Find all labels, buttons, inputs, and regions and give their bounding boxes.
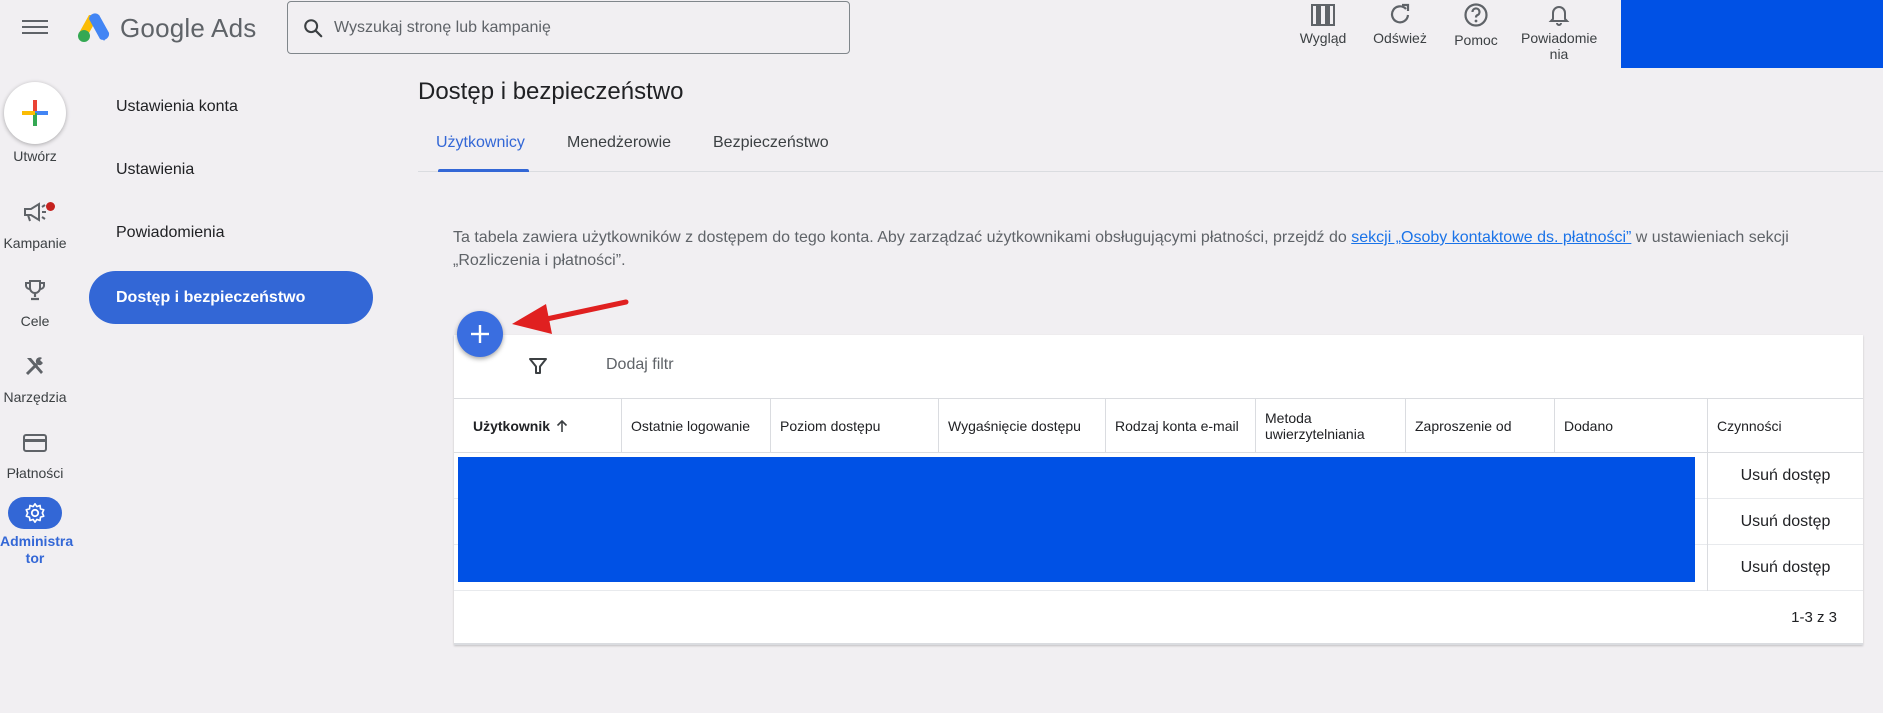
account-info-redacted[interactable] [1621, 0, 1883, 68]
users-table-card: Dodaj filtr Użytkownik Ostatnie logowani… [454, 335, 1863, 645]
trophy-icon [25, 280, 45, 301]
column-last-login[interactable]: Ostatnie logowanie [621, 399, 771, 453]
tools-label: Narzędzia [3, 389, 67, 405]
refresh-button[interactable]: Odśwież [1362, 2, 1438, 46]
appearance-label: Wygląd [1299, 30, 1347, 46]
search-box[interactable] [287, 1, 850, 54]
google-ads-logo-icon [78, 13, 110, 42]
admin-label: Administra tor [0, 533, 74, 567]
column-added[interactable]: Dodano [1554, 399, 1708, 453]
column-user[interactable]: Użytkownik [454, 399, 622, 453]
tab-users[interactable]: Użytkownicy [436, 134, 525, 152]
notifications-label-line1: Powiadomie [1521, 30, 1598, 46]
tab-active-indicator [438, 169, 529, 172]
notifications-button[interactable]: Powiadomie nia [1521, 2, 1597, 62]
info-text-part1: Ta tabela zawiera użytkowników z dostępe… [453, 229, 1352, 246]
create-label: Utwórz [13, 148, 57, 164]
column-invited-by[interactable]: Zaproszenie od [1405, 399, 1555, 453]
tab-security[interactable]: Bezpieczeństwo [713, 134, 829, 152]
subnav-item-access-security[interactable]: Dostęp i bezpieczeństwo [89, 271, 373, 324]
create-button[interactable]: Utwórz [0, 82, 70, 165]
remove-access-button[interactable]: Usuń dostęp [1707, 545, 1863, 591]
top-bar: Google Ads Wygląd Odśwież Pomoc [0, 0, 1883, 70]
column-email-account-type[interactable]: Rodzaj konta e-mail [1105, 399, 1255, 453]
rail-item-admin[interactable]: Administra tor [0, 497, 74, 567]
menu-icon[interactable] [22, 16, 48, 38]
bell-icon [1548, 6, 1570, 26]
admin-label-line1: Administra [0, 533, 74, 549]
appearance-icon [1311, 4, 1335, 26]
info-text: Ta tabela zawiera użytkowników z dostępe… [453, 226, 1853, 272]
plus-icon [471, 325, 489, 343]
appearance-button[interactable]: Wygląd [1285, 2, 1361, 46]
megaphone-icon [24, 202, 46, 222]
gear-icon [25, 503, 45, 523]
card-bottom-border [454, 643, 1863, 645]
column-auth-method[interactable]: Metoda uwierzytelniania [1255, 399, 1405, 453]
tabs: Użytkownicy Menedżerowie Bezpieczeństwo [418, 120, 1883, 172]
rail-item-campaigns[interactable]: Kampanie [0, 200, 70, 252]
refresh-icon [1390, 3, 1410, 24]
remove-access-button[interactable]: Usuń dostęp [1707, 453, 1863, 499]
admin-label-line2: tor [25, 550, 45, 566]
pagination-count: 1-3 z 3 [1791, 609, 1837, 626]
search-icon [304, 18, 323, 37]
column-access-level[interactable]: Poziom dostępu [770, 399, 938, 453]
rail-item-tools[interactable]: Narzędzia [0, 354, 70, 406]
create-fab[interactable] [4, 82, 66, 144]
plus-icon [22, 100, 48, 126]
tab-managers[interactable]: Menedżerowie [567, 134, 671, 152]
admin-pill[interactable] [8, 497, 62, 529]
google-ads-logo[interactable]: Google Ads [76, 12, 256, 44]
page-title: Dostęp i bezpieczeństwo [418, 78, 684, 105]
column-user-label: Użytkownik [473, 418, 551, 434]
billing-label: Płatności [6, 465, 64, 481]
rail-item-goals[interactable]: Cele [0, 278, 70, 330]
remove-access-button[interactable]: Usuń dostęp [1707, 499, 1863, 545]
add-user-button[interactable] [457, 311, 503, 357]
notifications-label: Powiadomie nia [1521, 30, 1597, 62]
filter-icon[interactable] [528, 356, 548, 376]
help-icon [1464, 3, 1488, 27]
billing-contacts-link[interactable]: sekcji „Osoby kontaktowe ds. płatności” [1351, 229, 1631, 246]
rail-item-billing[interactable]: Płatności [0, 432, 70, 482]
subnav-item-notifications[interactable]: Powiadomienia [89, 206, 373, 259]
column-access-expiry[interactable]: Wygaśnięcie dostępu [938, 399, 1106, 453]
logo-text: Google Ads [120, 12, 257, 43]
campaigns-label: Kampanie [3, 235, 67, 251]
column-actions: Czynności [1707, 399, 1863, 453]
search-input[interactable] [334, 18, 814, 37]
subnav-item-settings[interactable]: Ustawienia [89, 143, 373, 196]
help-label: Pomoc [1454, 32, 1498, 48]
refresh-label: Odśwież [1373, 30, 1427, 46]
goals-label: Cele [20, 313, 50, 329]
tools-icon [25, 357, 43, 376]
notifications-label-line2: nia [1549, 46, 1569, 62]
subnav-item-account-settings[interactable]: Ustawienia konta [89, 80, 373, 133]
filter-row: Dodaj filtr [454, 335, 1863, 399]
add-filter-button[interactable]: Dodaj filtr [606, 356, 674, 374]
table-header: Użytkownik Ostatnie logowanie Poziom dos… [454, 399, 1863, 453]
help-button[interactable]: Pomoc [1438, 2, 1514, 48]
credit-card-icon [23, 434, 47, 452]
red-arrow [512, 299, 629, 334]
notification-dot [46, 202, 55, 211]
sort-up-icon [556, 419, 568, 432]
user-rows-redacted [458, 457, 1695, 582]
